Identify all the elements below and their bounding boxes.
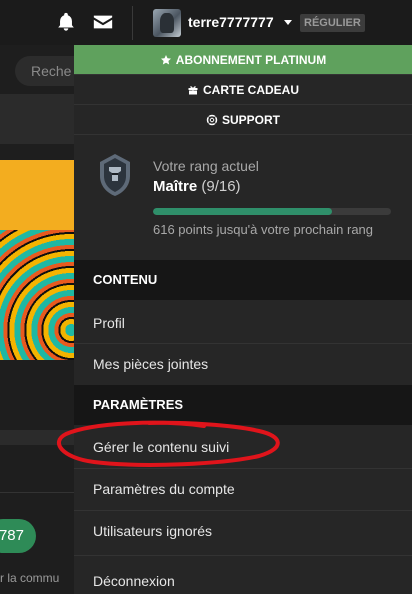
rank-level: (9/16) [201,178,241,195]
count-pill[interactable]: 787 [0,519,36,553]
star-icon [160,54,171,65]
rank-title: Maître (9/16) [153,178,241,195]
section-header-content: CONTENU [74,260,412,300]
background-divider [0,492,75,493]
menu-separator [74,134,412,135]
top-bar: terre7777777 RÉGULIER [0,0,412,45]
platinum-subscription-label: ABONNEMENT PLATINUM [175,52,327,67]
support-button[interactable]: SUPPORT [74,105,412,134]
gift-card-label: CARTE CADEAU [203,82,299,97]
background-thumbnail [0,160,75,360]
lifebuoy-icon [206,114,218,125]
menu-item-attachments[interactable]: Mes pièces jointes [74,344,412,384]
avatar[interactable] [153,9,181,37]
header-divider [132,6,133,40]
rank-progress-text: 616 points jusqu'à votre prochain rang [153,222,374,237]
username[interactable]: terre7777777 [188,14,274,30]
gift-icon [188,85,198,94]
section-header-settings: PARAMÈTRES [74,385,412,425]
platinum-subscription-button[interactable]: ABONNEMENT PLATINUM [74,45,412,74]
menu-separator [74,555,412,556]
menu-item-followed-content[interactable]: Gérer le contenu suivi [74,427,412,467]
background-band-2 [0,430,75,445]
bell-icon[interactable] [55,11,77,33]
chevron-down-icon[interactable] [284,20,292,25]
support-label: SUPPORT [221,112,280,127]
menu-item-ignored-users[interactable]: Utilisateurs ignorés [74,511,412,551]
logout-button[interactable]: Déconnexion [74,561,412,594]
gift-card-button[interactable]: CARTE CADEAU [74,75,412,104]
menu-item-profile[interactable]: Profil [74,303,412,343]
app-root: terre7777777 RÉGULIER Reche 787 r la com… [0,0,412,594]
rank-progress-bar [153,208,391,215]
background-snippet: r la commu [0,571,60,585]
user-dropdown-menu: ABONNEMENT PLATINUM CARTE CADEAU SUPPORT… [74,45,412,594]
rank-caption: Votre rang actuel [153,158,259,174]
rank-emblem-icon [98,153,132,197]
background-band [0,94,75,144]
rank-name: Maître [153,178,198,195]
envelope-icon[interactable] [92,11,114,33]
menu-item-account-settings[interactable]: Paramètres du compte [74,469,412,509]
role-badge: RÉGULIER [300,14,365,32]
rank-progress-fill [153,208,332,215]
